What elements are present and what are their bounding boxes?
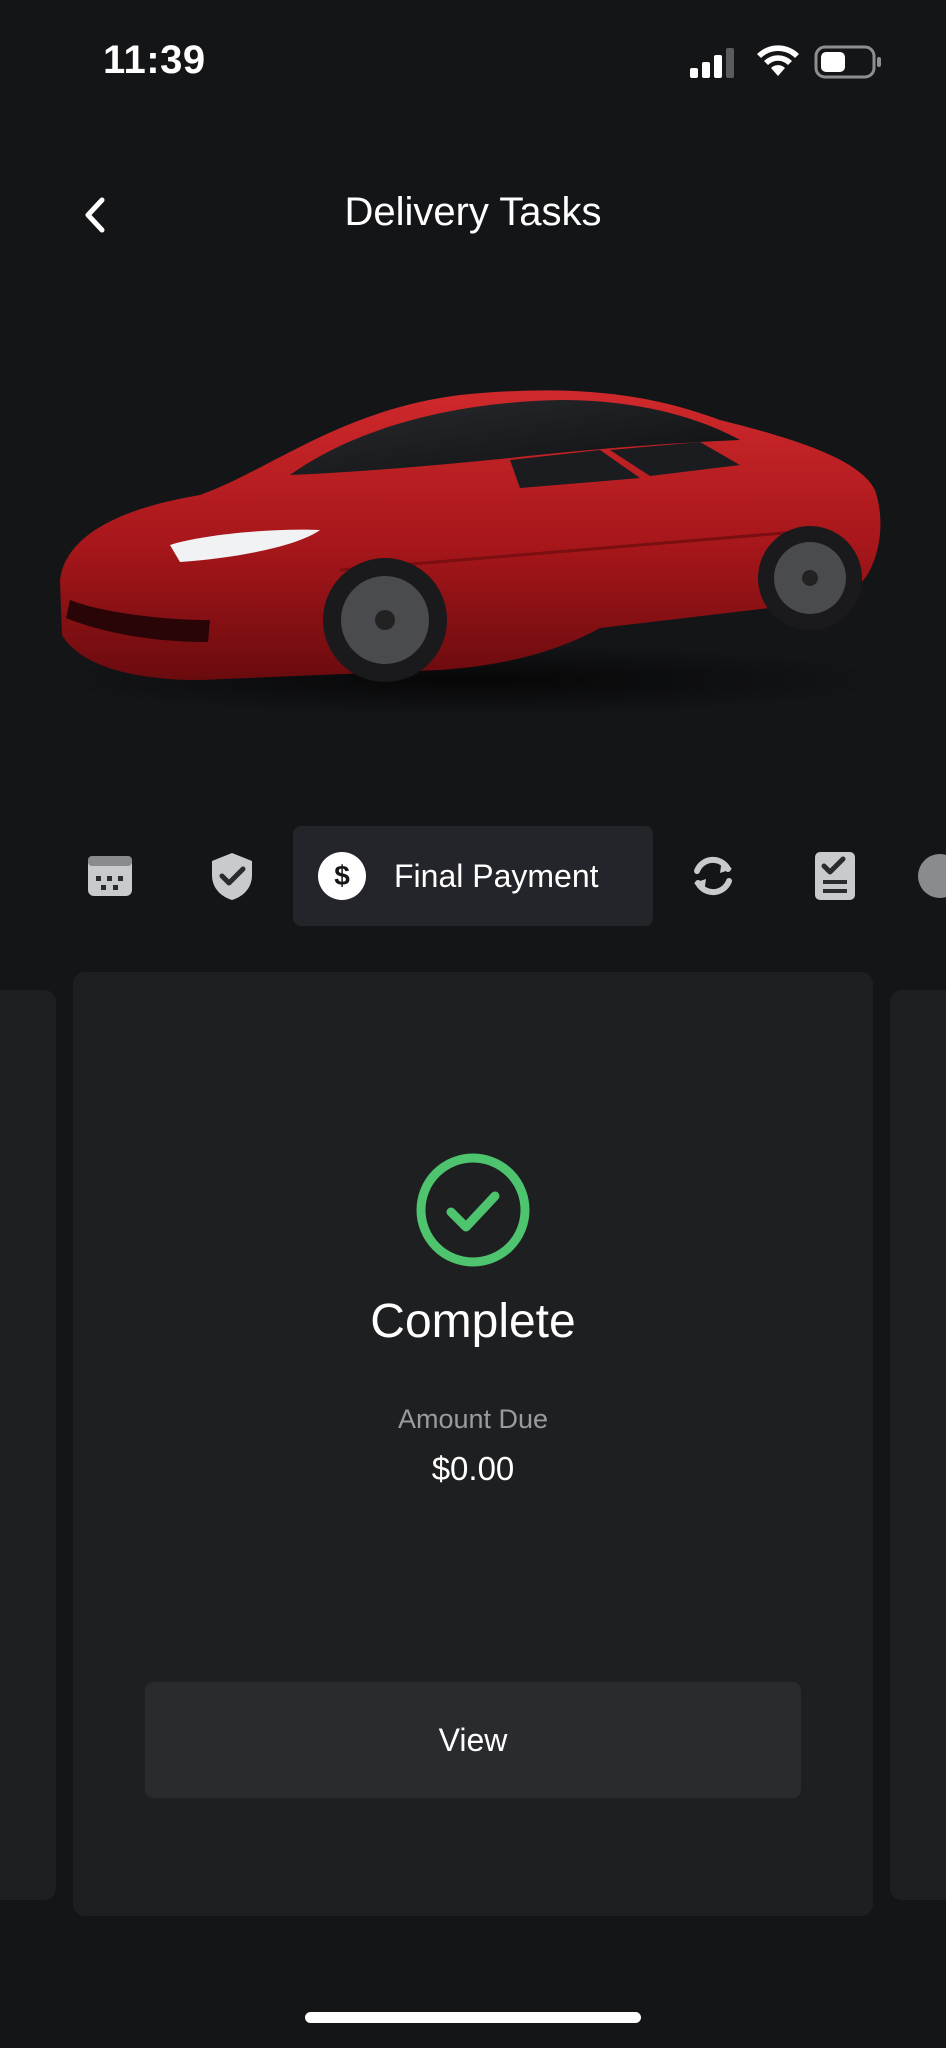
- home-indicator[interactable]: [305, 2012, 641, 2023]
- checklist-icon: [815, 852, 855, 900]
- header: Delivery Tasks: [0, 170, 946, 260]
- status-bar: 11:39: [0, 0, 946, 120]
- previous-card[interactable]: [0, 990, 56, 1900]
- tab-trade-in[interactable]: [673, 826, 753, 926]
- car-image: [40, 380, 890, 720]
- check-circle-icon: [416, 1153, 530, 1267]
- tab-final-payment-label: Final Payment: [394, 857, 599, 894]
- dollar-icon: $: [318, 852, 366, 900]
- calendar-icon: [88, 856, 132, 896]
- tab-schedule[interactable]: [70, 826, 150, 926]
- shield-check-icon: [212, 853, 252, 900]
- circle-icon: [918, 854, 946, 898]
- tab-documents[interactable]: [795, 826, 875, 926]
- status-time: 11:39: [103, 38, 206, 82]
- amount-due-value: $0.00: [431, 1450, 515, 1487]
- page-title: Delivery Tasks: [344, 190, 602, 234]
- tab-final-payment[interactable]: $ Final Payment: [293, 826, 653, 926]
- tab-more[interactable]: [916, 826, 946, 926]
- refresh-icon: [694, 856, 732, 896]
- tab-insurance[interactable]: [192, 826, 272, 926]
- status-text: Complete: [370, 1295, 576, 1348]
- next-card[interactable]: [890, 990, 946, 1900]
- view-button[interactable]: View: [145, 1682, 801, 1798]
- wifi-icon: [757, 45, 799, 76]
- task-tabs: $ Final Payment: [0, 826, 946, 926]
- cellular-signal-icon: [690, 48, 734, 78]
- amount-due-label: Amount Due: [397, 1404, 549, 1434]
- battery-icon: [814, 45, 881, 79]
- final-payment-card: Complete Amount Due $0.00 View: [73, 972, 873, 1916]
